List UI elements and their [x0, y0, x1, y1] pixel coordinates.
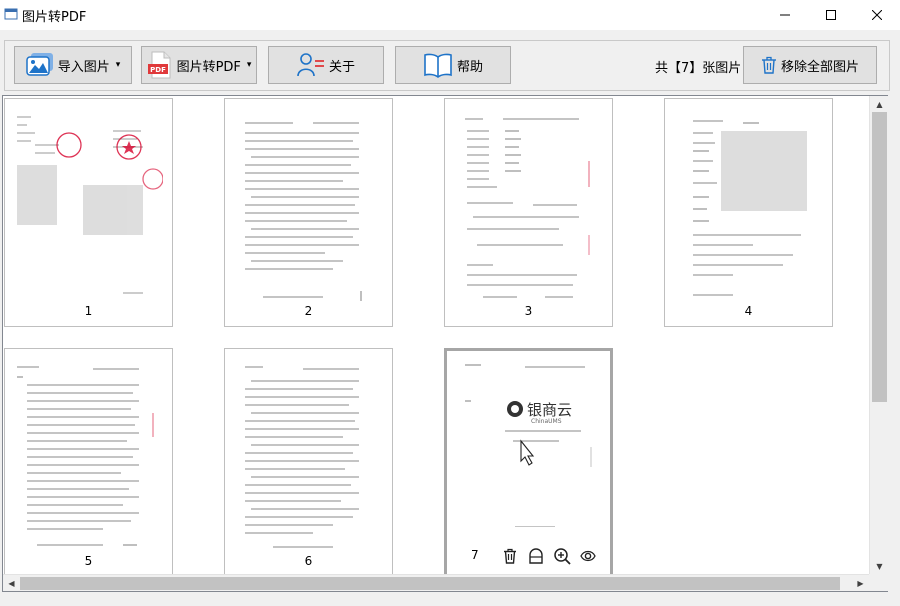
image-thumbnail[interactable]: 1: [4, 98, 173, 327]
preview-eye-icon: [580, 550, 596, 562]
svg-text:PDF: PDF: [150, 66, 166, 74]
thumbnail-number: 1: [84, 304, 93, 318]
page-preview-image: [17, 116, 163, 294]
help-button[interactable]: 帮助: [395, 46, 511, 84]
remove-all-images-button[interactable]: 移除全部图片: [743, 46, 877, 84]
import-images-button[interactable]: 导入图片 ▾: [14, 46, 132, 84]
rotate-icon: [529, 548, 543, 564]
scrollbar-corner: [869, 574, 888, 591]
thumbnail-number: 3: [524, 304, 533, 318]
image-count-label: 共【7】张图片: [655, 61, 742, 76]
rotate-image-button[interactable]: [527, 547, 545, 565]
maximize-button[interactable]: [808, 0, 854, 30]
convert-to-pdf-label: 图片转PDF: [176, 59, 241, 75]
toolbar: 导入图片 ▾ PDF 图片转PDF ▾ 关于 帮助 共【7】张图片 移除全部图片: [4, 40, 890, 91]
chevron-down-icon: ▾: [246, 60, 252, 70]
image-icon: [25, 53, 53, 76]
close-button[interactable]: [854, 0, 900, 30]
minimize-button[interactable]: [762, 0, 808, 30]
logo-text: 银商云: [527, 401, 572, 419]
delete-image-button[interactable]: [501, 547, 519, 565]
minimize-icon: [780, 14, 790, 16]
zoom-image-button[interactable]: [553, 547, 571, 565]
scroll-down-arrow-icon[interactable]: ▼: [871, 558, 888, 574]
title-bar: 图片转PDF: [0, 0, 900, 30]
thumbnail-actions: [501, 547, 597, 565]
book-icon: [424, 53, 452, 78]
scroll-up-arrow-icon[interactable]: ▲: [871, 96, 888, 112]
trash-icon: [761, 56, 776, 74]
page-preview-image: [245, 366, 359, 548]
scroll-right-arrow-icon[interactable]: ▶: [852, 575, 869, 591]
thumbnail-number: 4: [744, 304, 753, 318]
remove-all-images-label: 移除全部图片: [780, 59, 859, 75]
image-thumbnail[interactable]: 6: [224, 348, 393, 577]
page-preview-image: [245, 122, 362, 301]
image-thumbnail[interactable]: 5: [4, 348, 173, 577]
page-preview-image: [693, 120, 807, 296]
vertical-scroll-thumb[interactable]: [872, 112, 887, 402]
about-button[interactable]: 关于: [268, 46, 384, 84]
import-images-label: 导入图片: [57, 59, 110, 75]
trash-icon: [504, 548, 516, 564]
horizontal-scrollbar[interactable]: ◀ ▶: [3, 574, 869, 591]
thumbnail-number: 5: [84, 554, 93, 568]
page-preview-image: 银商云 ChinaUMS: [465, 364, 592, 527]
image-thumbnail-selected[interactable]: 银商云 ChinaUMS 7: [444, 348, 613, 577]
maximize-icon: [826, 10, 836, 20]
page-preview-image: [465, 118, 590, 298]
thumbnail-number: 2: [304, 304, 313, 318]
scroll-left-arrow-icon[interactable]: ◀: [3, 575, 20, 591]
about-label: 关于: [328, 59, 355, 75]
thumbnail-number: 7: [471, 548, 479, 562]
app-icon: [4, 8, 18, 20]
image-thumbnail[interactable]: 2: [224, 98, 393, 327]
page-preview-image: [17, 366, 154, 546]
horizontal-scroll-thumb[interactable]: [20, 577, 840, 590]
convert-to-pdf-button[interactable]: PDF 图片转PDF ▾: [141, 46, 257, 84]
user-info-icon: [297, 53, 324, 77]
chevron-down-icon: ▾: [115, 60, 121, 70]
preview-image-button[interactable]: [579, 547, 597, 565]
logo-subtext: ChinaUMS: [531, 418, 562, 425]
pdf-file-icon: PDF: [147, 51, 171, 79]
thumbnail-grid: 1 2 3 4 5 6 银商云 ChinaUMS 7: [2, 95, 888, 592]
zoom-in-icon: [553, 547, 571, 565]
vertical-scrollbar[interactable]: ▲ ▼: [869, 96, 888, 574]
image-thumbnail[interactable]: 4: [664, 98, 833, 327]
close-icon: [872, 10, 882, 20]
help-label: 帮助: [456, 59, 483, 75]
image-thumbnail[interactable]: 3: [444, 98, 613, 327]
thumbnail-number: 6: [304, 554, 313, 568]
window-title: 图片转PDF: [22, 10, 87, 25]
